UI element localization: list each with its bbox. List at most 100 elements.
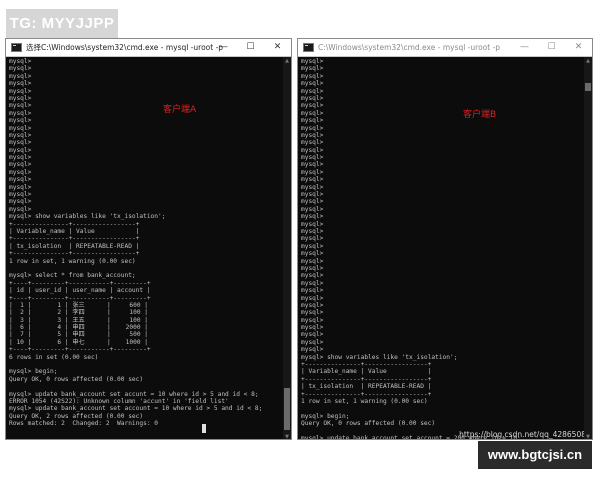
console-line: mysql> [301, 242, 324, 250]
console-line: mysql> [9, 146, 32, 154]
console-line: mysql> [9, 117, 32, 125]
console-line: mysql> [301, 316, 324, 324]
console-line: mysql> [9, 124, 32, 132]
console-line: mysql> [301, 168, 324, 176]
console-line: mysql> [301, 94, 324, 102]
console-line: mysql> begin; [9, 368, 58, 376]
maximize-button[interactable]: ☐ [538, 39, 565, 56]
console-line: Query OK, 2 rows affected (0.00 sec) [9, 412, 144, 420]
console-line: mysql> [9, 87, 32, 95]
scroll-up-arrow-icon[interactable]: ▲ [283, 57, 291, 65]
console-line: mysql> [301, 301, 324, 309]
console-line: mysql> [301, 146, 324, 154]
console-output: mysql> mysql> mysql> mysql> mysql> mysql> mysq… [301, 58, 582, 439]
console-line: mysql> [9, 80, 32, 88]
console-line: mysql> [301, 272, 324, 280]
vertical-scrollbar[interactable]: ▲ ▼ [283, 57, 291, 439]
console-line: mysql> begin; [301, 412, 350, 420]
close-button[interactable]: ✕ [565, 39, 592, 56]
console-line: mysql> [9, 154, 32, 162]
console-line: mysql> [9, 168, 32, 176]
console-line: mysql> [301, 198, 324, 206]
minimize-button[interactable]: — [210, 39, 237, 56]
console-line: mysql> [9, 94, 32, 102]
client-a-label: 客户端A [163, 105, 197, 115]
console-line: mysql> [301, 154, 324, 162]
console-line: mysql> [301, 80, 324, 88]
console-line: mysql> [301, 161, 324, 169]
scrollbar-thumb[interactable] [585, 83, 591, 91]
console-client-b[interactable]: mysql> mysql> mysql> mysql> mysql> mysql> mysq… [298, 57, 592, 439]
console-line: mysql> [9, 191, 32, 199]
scrollbar-thumb[interactable] [284, 388, 290, 430]
console-line: | Variable_name | Value | [301, 368, 432, 376]
titlebar-client-b[interactable]: C:\Windows\system32\cmd.exe - mysql -uro… [298, 39, 592, 57]
console-line: | tx_isolation | REPEATABLE-READ | [9, 242, 140, 250]
console-line: mysql> [9, 205, 32, 213]
console-line: mysql> [301, 65, 324, 73]
minimize-button[interactable]: — [511, 39, 538, 56]
console-line: mysql> [301, 131, 324, 139]
console-line: mysql> update bank_account set accunt = … [9, 390, 259, 398]
console-line: mysql> [301, 227, 324, 235]
cmd-window-client-a[interactable]: 选择C:\Windows\system32\cmd.exe - mysql -u… [5, 38, 292, 440]
console-line: mysql> [9, 131, 32, 139]
console-line: | id | user_id | user_name | account | [9, 287, 151, 295]
console-line: mysql> [301, 257, 324, 265]
console-line: mysql> [301, 324, 324, 332]
text-cursor [202, 424, 206, 433]
csdn-watermark: https://blog.csdn.net/qq_4286508 [459, 430, 586, 439]
titlebar-client-a[interactable]: 选择C:\Windows\system32\cmd.exe - mysql -u… [6, 39, 291, 57]
console-line: +----+---------+-----------+---------+ [9, 294, 151, 302]
console-line: ERROR 1054 (42S22): Unknown column 'accu… [9, 397, 229, 405]
console-line: mysql> [301, 220, 324, 228]
console-line: +----+---------+-----------+---------+ [9, 346, 151, 354]
console-line: +---------------+-----------------+ [301, 361, 432, 369]
console-line: Rows matched: 2 Changed: 2 Warnings: 0 [9, 420, 159, 428]
close-button[interactable]: ✕ [264, 39, 291, 56]
console-line: mysql> [301, 183, 324, 191]
console-line: mysql> [301, 279, 324, 287]
console-line: mysql> [9, 72, 32, 80]
console-line: | 10 | 6 | 申七 | 1000 | [9, 338, 149, 346]
console-line: mysql> [301, 346, 324, 354]
console-line: Query OK, 0 rows affected (0.00 sec) [9, 375, 144, 383]
console-line: mysql> [301, 309, 324, 317]
client-b-label: 客户端B [463, 110, 497, 120]
console-line: mysql> [301, 235, 324, 243]
console-output: mysql> mysql> mysql> mysql> mysql> mysql> mysq… [9, 58, 281, 439]
console-line: mysql> [301, 264, 324, 272]
console-line: mysql> [301, 72, 324, 80]
scroll-up-arrow-icon[interactable]: ▲ [584, 57, 592, 65]
console-line: mysql> [9, 139, 32, 147]
scroll-down-arrow-icon[interactable]: ▼ [584, 433, 592, 439]
cmd-window-client-b[interactable]: C:\Windows\system32\cmd.exe - mysql -uro… [297, 38, 593, 440]
console-line: mysql> [301, 191, 324, 199]
console-line: mysql> update bank_account set account =… [9, 405, 263, 413]
vertical-scrollbar[interactable]: ▲ ▼ [584, 57, 592, 439]
console-line: mysql> show variables like 'tx_isolation… [301, 353, 458, 361]
window-title: 选择C:\Windows\system32\cmd.exe - mysql -u… [26, 43, 224, 52]
console-line: | tx_isolation | REPEATABLE-READ | [301, 383, 432, 391]
tg-watermark: TG: MYYJJPP [6, 9, 118, 39]
maximize-button[interactable]: ☐ [237, 39, 264, 56]
console-line: mysql> [301, 109, 324, 117]
console-client-a[interactable]: mysql> mysql> mysql> mysql> mysql> mysql> mysq… [6, 57, 291, 439]
scroll-down-arrow-icon[interactable]: ▼ [283, 433, 291, 439]
console-line: mysql> [301, 205, 324, 213]
console-line: mysql> [301, 213, 324, 221]
console-line: +----+---------+-----------+---------+ [9, 279, 151, 287]
console-line: +---------------+-----------------+ [9, 235, 140, 243]
console-line: | 7 | 5 | 申四 | 500 | [9, 331, 149, 339]
console-line: mysql> [301, 176, 324, 184]
console-line: 6 rows in set (0.00 sec) [9, 353, 99, 361]
console-line: mysql> [301, 58, 324, 65]
console-line: mysql> select * from bank_account; [9, 272, 136, 280]
console-line: +---------------+-----------------+ [301, 375, 432, 383]
window-controls: — ☐ ✕ [210, 39, 291, 56]
